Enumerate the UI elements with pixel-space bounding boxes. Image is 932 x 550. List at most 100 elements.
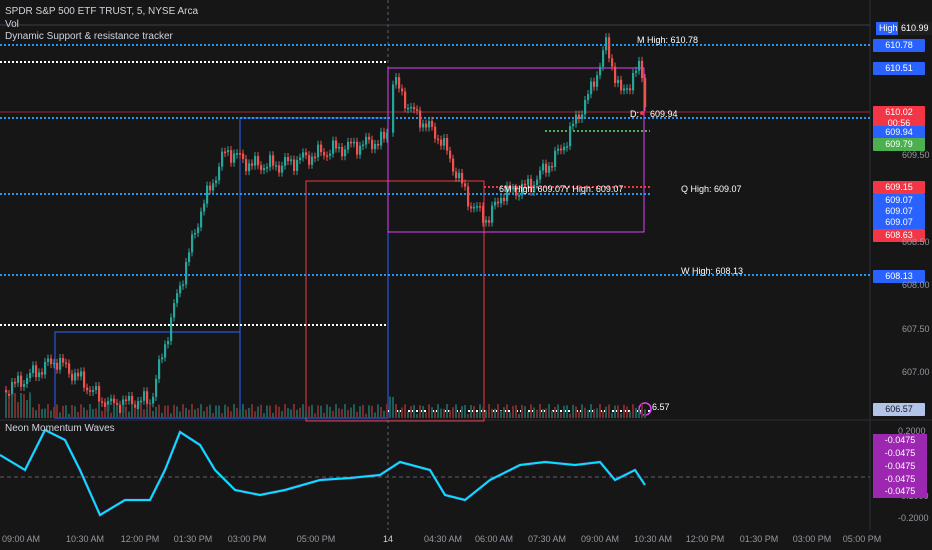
candle <box>407 107 410 110</box>
candle <box>152 396 155 404</box>
candle <box>266 167 269 169</box>
volume-bar <box>194 409 196 418</box>
volume-bar <box>341 409 343 418</box>
volume-bar <box>596 408 598 418</box>
volume-bar <box>476 412 478 418</box>
candle <box>296 160 299 171</box>
price-tick: 607.00 <box>902 367 930 377</box>
volume-bar <box>560 412 562 418</box>
volume-bar <box>620 413 622 418</box>
volume-bar <box>509 412 511 418</box>
candle <box>368 136 371 140</box>
volume-legend[interactable]: Vol <box>5 19 19 30</box>
candle <box>164 344 167 358</box>
candle <box>233 153 236 163</box>
volume-bar <box>386 404 388 418</box>
candle <box>641 60 644 79</box>
volume-bar <box>629 411 631 418</box>
candle <box>323 152 326 156</box>
candle <box>335 140 338 149</box>
volume-bar <box>197 408 199 418</box>
volume-bar <box>155 406 157 418</box>
candle <box>605 37 608 51</box>
candle <box>281 165 284 173</box>
candle <box>461 172 464 184</box>
volume-bar <box>563 405 565 418</box>
candle <box>47 358 50 362</box>
candle <box>425 123 428 128</box>
volume-bar <box>269 405 271 418</box>
candle <box>419 110 422 128</box>
volume-bar <box>77 411 79 418</box>
volume-bar <box>539 404 541 418</box>
candle <box>614 66 617 84</box>
candle <box>452 158 455 172</box>
candle <box>194 232 197 235</box>
trading-chart-window[interactable]: SPDR S&P 500 ETF TRUST, 5, NYSE Arca Vol… <box>0 0 932 550</box>
volume-bar <box>215 405 217 418</box>
volume-bar <box>203 411 205 418</box>
candle <box>383 131 386 139</box>
volume-bar <box>602 410 604 418</box>
volume-bar <box>491 408 493 418</box>
volume-bar <box>551 410 553 418</box>
oscillator-legend[interactable]: Neon Momentum Waves <box>5 423 115 434</box>
volume-bar <box>248 407 250 418</box>
candle <box>44 361 47 375</box>
candle <box>347 141 350 150</box>
candle <box>638 60 641 71</box>
candle <box>485 220 488 223</box>
volume-bar <box>17 401 19 418</box>
volume-bar <box>542 409 544 418</box>
candle <box>599 66 602 76</box>
candle <box>20 375 23 387</box>
volume-bar <box>503 407 505 418</box>
candle <box>500 197 503 204</box>
volume-bar <box>128 411 130 418</box>
volume-bar <box>575 406 577 418</box>
volume-bar <box>578 411 580 418</box>
candle <box>26 378 29 385</box>
volume-bar <box>401 407 403 418</box>
momentum-wave <box>0 428 646 517</box>
candle <box>65 362 68 365</box>
d-label: D: <box>630 109 639 119</box>
candle <box>488 220 491 223</box>
candle <box>344 149 347 157</box>
candle <box>413 106 416 110</box>
candle <box>626 88 629 90</box>
volume-bar <box>284 404 286 418</box>
indicator-legend[interactable]: Dynamic Support & resistance tracker <box>5 31 173 42</box>
candle <box>404 91 407 109</box>
volume-bar <box>86 410 88 418</box>
candle <box>131 395 134 405</box>
candle <box>479 206 482 208</box>
candle <box>137 401 140 410</box>
volume-bar <box>434 410 436 418</box>
candle <box>143 391 146 401</box>
candle <box>92 389 95 392</box>
candle <box>50 358 53 365</box>
candle <box>56 362 59 370</box>
candle <box>359 145 362 155</box>
volume-bar <box>290 409 292 418</box>
oscillator-label: -0.0475 <box>873 485 927 498</box>
price-chart[interactable] <box>0 0 932 550</box>
candle <box>644 78 647 108</box>
high-value: 610.99 <box>898 22 932 35</box>
volume-bar <box>587 409 589 418</box>
volume-bar <box>224 404 226 418</box>
candle <box>41 372 44 375</box>
volume-bar <box>470 405 472 418</box>
volume-bar <box>80 404 82 418</box>
symbol-title[interactable]: SPDR S&P 500 ETF TRUST, 5, NYSE Arca <box>5 6 198 17</box>
volume-bar <box>536 410 538 418</box>
candle <box>563 146 566 151</box>
candle <box>197 227 200 233</box>
volume-bar <box>209 404 211 418</box>
volume-bar <box>68 413 70 418</box>
year-high-label: Y High: 609.07 <box>564 184 624 194</box>
candle <box>191 234 194 253</box>
volume-bar <box>98 404 100 418</box>
volume-bar <box>287 408 289 418</box>
